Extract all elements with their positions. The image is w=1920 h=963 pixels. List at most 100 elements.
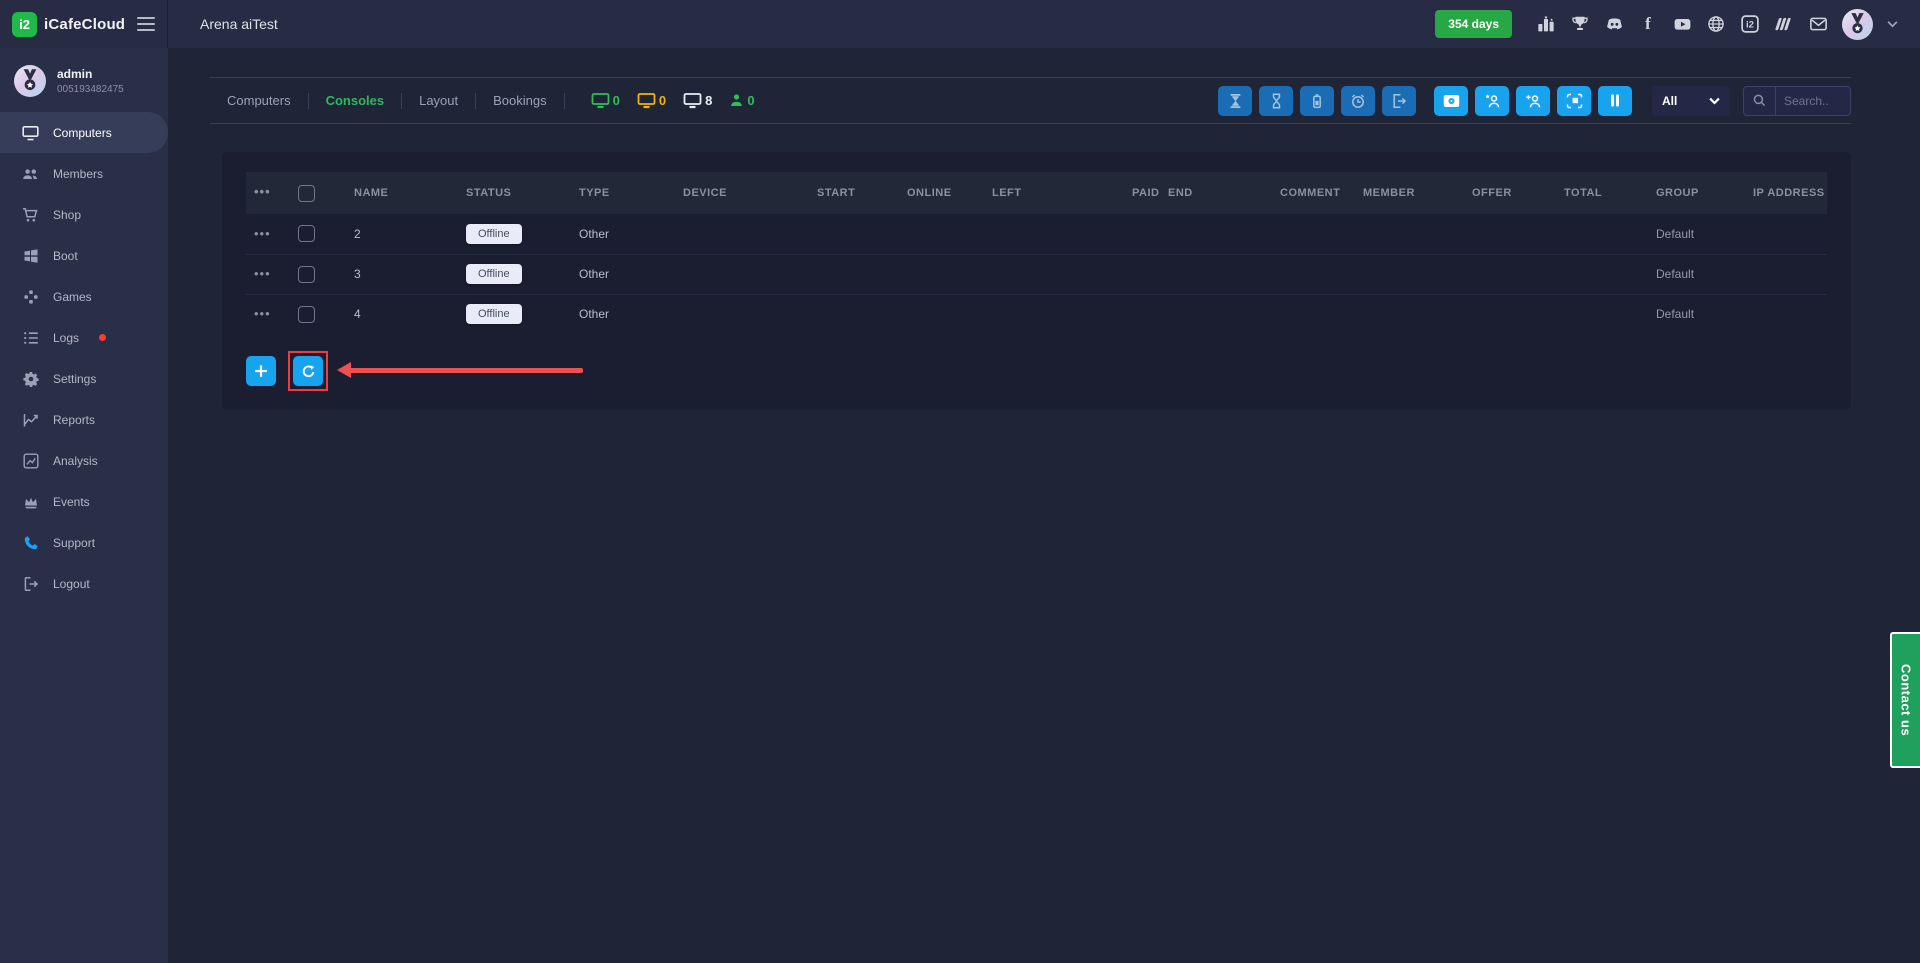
alarm-clock-button[interactable] xyxy=(1341,86,1375,116)
games-icon xyxy=(22,288,39,305)
consoles-table: ••• NAME STATUS TYPE DEVICE START ONLINE… xyxy=(246,172,1827,334)
col-header-left: LEFT xyxy=(984,172,1124,214)
sidebar-item-computers[interactable]: Computers xyxy=(0,112,168,153)
col-header-status: STATUS xyxy=(458,172,571,214)
tab-bookings[interactable]: Bookings xyxy=(476,93,564,109)
annotation-highlight-box xyxy=(288,351,328,391)
username: admin xyxy=(57,67,124,81)
cell-group: Default xyxy=(1648,254,1745,294)
sidebar-item-support[interactable]: Support xyxy=(0,522,168,563)
globe-icon[interactable] xyxy=(1706,14,1726,34)
sidebar-item-analysis[interactable]: Analysis xyxy=(0,440,168,481)
annotation-arrow xyxy=(342,368,583,373)
counter-value: 0 xyxy=(659,93,666,108)
cell-type: Other xyxy=(571,294,675,334)
sidebar-item-logs[interactable]: Logs xyxy=(0,317,168,358)
sidebar-item-label: Settings xyxy=(53,372,96,386)
cell-type: Other xyxy=(571,254,675,294)
col-header-start: START xyxy=(809,172,899,214)
ranking-podium-icon[interactable] xyxy=(1536,14,1556,34)
sidebar-item-logout[interactable]: Logout xyxy=(0,563,168,604)
header-menu-icon[interactable]: ••• xyxy=(254,184,271,199)
brand-name: iCafeCloud xyxy=(44,16,125,33)
logout-icon xyxy=(22,575,39,592)
col-header-type: TYPE xyxy=(571,172,675,214)
facebook-icon[interactable]: f xyxy=(1638,14,1658,34)
sidebar-item-shop[interactable]: Shop xyxy=(0,194,168,235)
line-chart-icon xyxy=(22,411,39,428)
sidebar-item-games[interactable]: Games xyxy=(0,276,168,317)
table-row: ••• 2 Offline Other Default xyxy=(246,214,1827,254)
members-icon xyxy=(22,165,39,182)
col-header-online: ONLINE xyxy=(899,172,984,214)
status-badge: Offline xyxy=(466,304,522,324)
tab-consoles[interactable]: Consoles xyxy=(309,93,403,109)
contact-us-tab[interactable]: Contact us xyxy=(1890,632,1920,768)
add-console-button[interactable] xyxy=(246,356,276,386)
sidebar-item-label: Games xyxy=(53,290,92,304)
view-tabs: Computers Consoles Layout Bookings xyxy=(210,93,565,109)
member-star-button[interactable] xyxy=(1475,86,1509,116)
consoles-table-card: ••• NAME STATUS TYPE DEVICE START ONLINE… xyxy=(222,152,1851,410)
checkout-button[interactable] xyxy=(1382,86,1416,116)
user-avatar[interactable] xyxy=(1842,9,1873,40)
sidebar-item-label: Members xyxy=(53,167,103,181)
cash-button[interactable] xyxy=(1434,86,1468,116)
sidebar-nav: Computers Members Shop Boot Games Logs xyxy=(0,112,168,604)
search-input[interactable] xyxy=(1776,87,1850,115)
topbar-right: 354 days f i2 xyxy=(1435,9,1898,40)
add-member-button[interactable] xyxy=(1516,86,1550,116)
row-menu-icon[interactable]: ••• xyxy=(254,306,271,321)
tab-computers[interactable]: Computers xyxy=(210,93,309,109)
status-badge: Offline xyxy=(466,224,522,244)
table-header-row: ••• NAME STATUS TYPE DEVICE START ONLINE… xyxy=(246,172,1827,214)
gear-icon xyxy=(22,370,39,387)
layers-fan-icon[interactable] xyxy=(1774,14,1794,34)
cell-group: Default xyxy=(1648,294,1745,334)
col-header-total: TOTAL xyxy=(1556,172,1648,214)
youtube-icon[interactable] xyxy=(1672,14,1692,34)
row-checkbox[interactable] xyxy=(298,225,315,242)
sidebar-user-block[interactable]: admin 005193482475 xyxy=(0,48,168,110)
col-header-member: MEMBER xyxy=(1355,172,1464,214)
refresh-button[interactable] xyxy=(293,356,323,386)
sidebar-item-boot[interactable]: Boot xyxy=(0,235,168,276)
sidebar-item-label: Events xyxy=(53,495,90,509)
sidebar-item-label: Reports xyxy=(53,413,95,427)
battery-button[interactable] xyxy=(1300,86,1334,116)
tab-layout[interactable]: Layout xyxy=(402,93,476,109)
discord-icon[interactable] xyxy=(1604,14,1624,34)
windows-icon xyxy=(22,247,39,264)
trophy-icon[interactable] xyxy=(1570,14,1590,34)
col-header-ip: IP ADDRESS xyxy=(1745,172,1827,214)
hamburger-menu-icon[interactable] xyxy=(137,13,155,35)
filter-select[interactable]: All xyxy=(1652,86,1730,116)
icafecloud-small-icon[interactable]: i2 xyxy=(1740,14,1760,34)
pause-button[interactable] xyxy=(1598,86,1632,116)
crown-icon xyxy=(22,493,39,510)
phone-icon xyxy=(22,534,39,551)
sidebar-avatar xyxy=(14,65,46,97)
sidebar-item-label: Analysis xyxy=(53,454,98,468)
row-checkbox[interactable] xyxy=(298,266,315,283)
sidebar-item-members[interactable]: Members xyxy=(0,153,168,194)
analysis-chart-icon xyxy=(22,452,39,469)
row-checkbox[interactable] xyxy=(298,306,315,323)
chevron-down-icon[interactable] xyxy=(1887,15,1898,33)
sidebar-item-events[interactable]: Events xyxy=(0,481,168,522)
monitor-icon xyxy=(22,124,39,141)
sidebar-item-settings[interactable]: Settings xyxy=(0,358,168,399)
col-header-name: NAME xyxy=(346,172,458,214)
license-days-badge[interactable]: 354 days xyxy=(1435,10,1512,38)
select-all-checkbox[interactable] xyxy=(298,185,315,202)
page-title: Arena aiTest xyxy=(200,16,278,32)
mail-icon[interactable] xyxy=(1808,14,1828,34)
hourglass-filled-button[interactable] xyxy=(1218,86,1252,116)
scan-frame-button[interactable] xyxy=(1557,86,1591,116)
row-menu-icon[interactable]: ••• xyxy=(254,266,271,281)
hourglass-outline-button[interactable] xyxy=(1259,86,1293,116)
row-menu-icon[interactable]: ••• xyxy=(254,226,271,241)
table-row: ••• 3 Offline Other Default xyxy=(246,254,1827,294)
sidebar-item-reports[interactable]: Reports xyxy=(0,399,168,440)
cell-type: Other xyxy=(571,214,675,254)
